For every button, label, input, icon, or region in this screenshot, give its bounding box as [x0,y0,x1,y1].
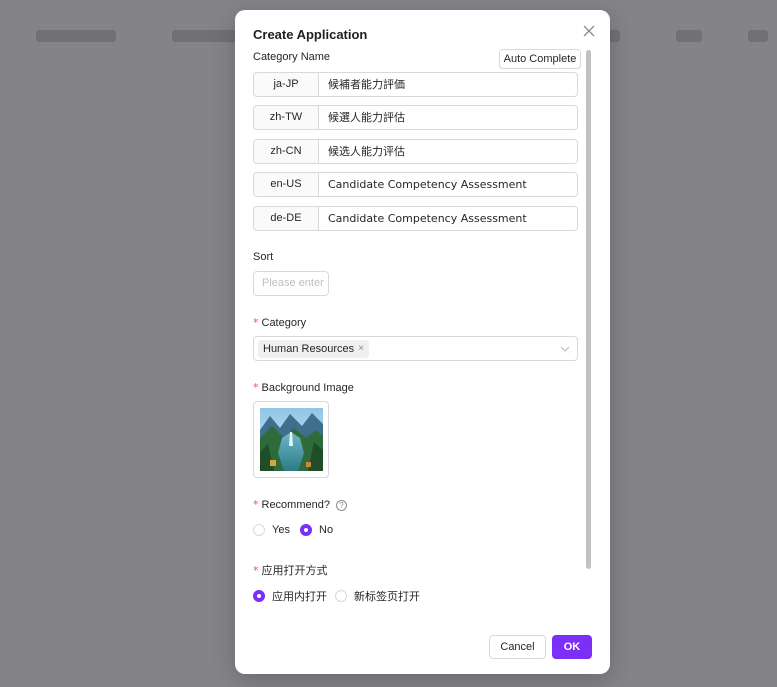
radio-circle-checked [300,524,312,536]
dialog-title: Create Application [253,27,368,42]
open-mode-label: * 应用打开方式 [253,562,328,578]
sort-input[interactable]: Please enter [253,271,329,296]
required-mark: * [253,498,259,511]
recommend-yes-radio[interactable]: Yes [253,524,290,536]
recommend-label: * Recommend?? [253,498,347,511]
required-mark: * [253,381,259,394]
close-icon[interactable] [581,23,597,39]
category-select[interactable]: Human Resources × [253,336,578,361]
language-code: ja-JP [254,73,319,96]
radio-label: 新标签页打开 [354,590,420,603]
translation-row-zh-tw: zh-TW 候選人能力評估 [253,105,578,130]
translation-row-ja-jp: ja-JP 候補者能力評価 [253,72,578,97]
translation-input[interactable]: 候補者能力評価 [319,73,577,96]
recommend-no-radio[interactable]: No [300,524,333,536]
translation-input[interactable]: Candidate Competency Assessment [319,207,577,230]
required-mark: * [253,316,259,329]
chevron-down-icon[interactable] [559,343,571,355]
create-application-dialog: Create Application Category Name Auto Co… [235,10,610,674]
tag-label: Human Resources [263,343,355,355]
translation-row-zh-cn: zh-CN 候选人能力评估 [253,139,578,164]
background-image-upload[interactable] [253,401,329,478]
dialog-scrollbar[interactable] [586,50,591,569]
landscape-thumbnail-icon [260,408,323,471]
background-image-label-text: Background Image [261,382,354,394]
translation-input[interactable]: 候选人能力评估 [319,140,577,163]
category-label: * Category [253,316,306,329]
language-code: en-US [254,173,319,196]
selected-category-tag: Human Resources × [258,340,369,358]
radio-circle-checked [253,590,265,602]
open-in-app-radio[interactable]: 应用内打开 [253,588,327,604]
sort-label: Sort [253,251,274,263]
category-name-label: Category Name [253,51,331,63]
language-code: zh-TW [254,106,319,129]
radio-circle [335,590,347,602]
language-code: de-DE [254,207,319,230]
ok-button[interactable]: OK [552,635,592,659]
open-mode-label-text: 应用打开方式 [261,564,328,577]
radio-circle [253,524,265,536]
radio-label: 应用内打开 [272,590,327,603]
tag-close-icon[interactable]: × [358,340,364,358]
recommend-label-text: Recommend? [261,499,330,511]
category-label-text: Category [261,317,307,329]
translation-input[interactable]: 候選人能力評估 [319,106,577,129]
cancel-button[interactable]: Cancel [489,635,546,659]
translation-row-de-de: de-DE Candidate Competency Assessment [253,206,578,231]
translation-input[interactable]: Candidate Competency Assessment [319,173,577,196]
required-mark: * [253,564,259,577]
auto-complete-button[interactable]: Auto Complete [499,49,581,69]
open-new-tab-radio[interactable]: 新标签页打开 [335,588,420,604]
question-circle-icon[interactable]: ? [335,500,347,511]
radio-label: Yes [272,524,290,536]
background-image-label: * Background Image [253,381,354,394]
radio-label: No [319,524,334,536]
language-code: zh-CN [254,140,319,163]
translation-row-en-us: en-US Candidate Competency Assessment [253,172,578,197]
